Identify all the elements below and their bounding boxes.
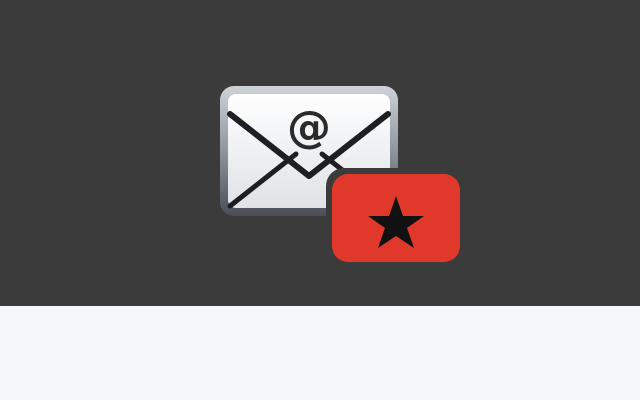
extension-icon-preview: @	[0, 0, 640, 400]
at-symbol: @	[287, 102, 331, 153]
app-icon[interactable]: @	[218, 84, 466, 274]
content-background	[0, 306, 640, 400]
star-badge	[326, 168, 466, 268]
